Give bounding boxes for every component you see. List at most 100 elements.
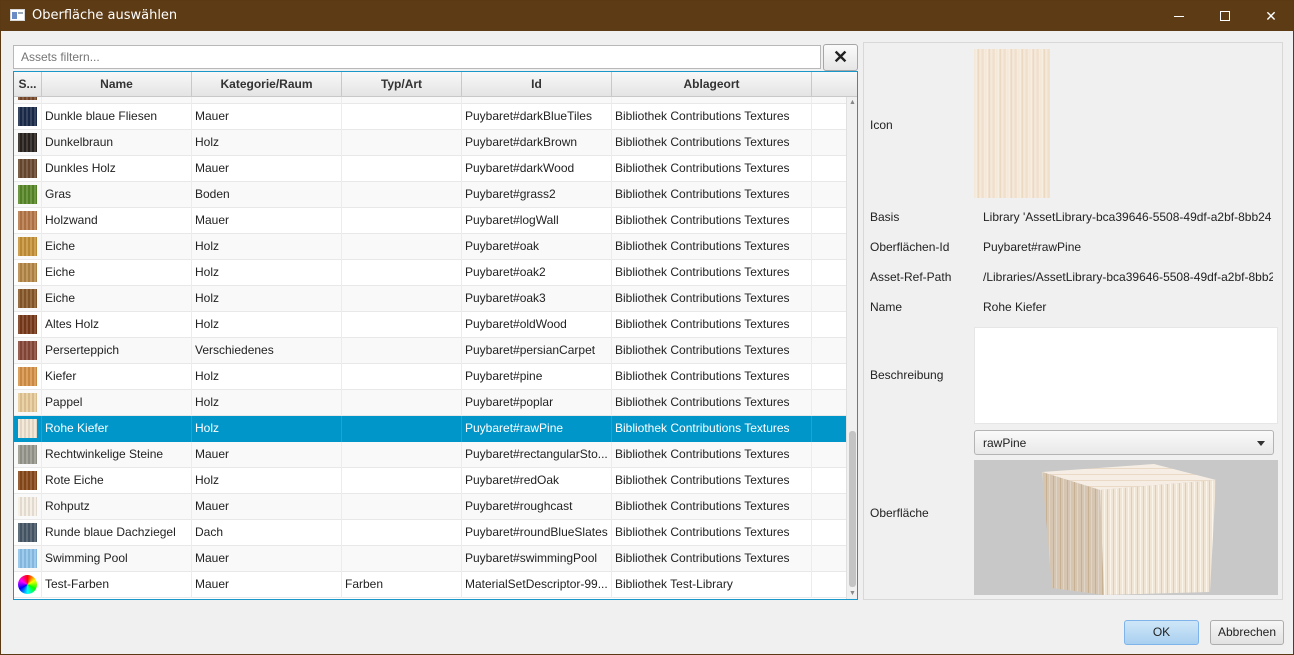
table-row[interactable]: Altes Holz Holz Puybaret#oldWood Bibliothek…: [14, 312, 846, 338]
filler-cell: [812, 416, 846, 442]
name-cell: Rohputz: [42, 494, 192, 520]
table-row[interactable]: Kiefer Holz Puybaret#pine Bibliothek Contri…: [14, 364, 846, 390]
id-cell: Puybaret#swimmingPool: [462, 546, 612, 572]
table-row[interactable]: Runde blaue Dachziegel Dach Puybaret#round…: [14, 520, 846, 546]
column-header-swatch[interactable]: S...: [14, 72, 42, 97]
description-field[interactable]: [974, 327, 1278, 424]
close-icon: ✕: [1265, 8, 1277, 24]
type-cell: [342, 156, 462, 182]
table-row[interactable]: Test-Farben Mauer Farben MaterialSetDescrip…: [14, 572, 846, 598]
name-cell: Eiche: [42, 286, 192, 312]
surface-3d-preview[interactable]: [974, 460, 1278, 595]
swatch-cell: [14, 286, 42, 312]
table-scrollbar[interactable]: ▲ ▼: [846, 97, 857, 599]
id-cell: Puybaret#redOak: [462, 468, 612, 494]
asset-ref-path-value: /Libraries/AssetLibrary-bca39646-5508-49…: [983, 270, 1273, 284]
name-cell: Pappel: [42, 390, 192, 416]
id-cell: Puybaret#darkBrown: [462, 130, 612, 156]
name-cell: Swimming Pool: [42, 546, 192, 572]
location-cell: Bibliothek Contributions Textures: [612, 234, 812, 260]
filler-cell: [812, 260, 846, 286]
cancel-button[interactable]: Abbrechen: [1210, 620, 1284, 645]
maximize-button[interactable]: [1202, 1, 1248, 31]
category-cell: Mauer: [192, 442, 342, 468]
column-header-type[interactable]: Typ/Art: [342, 72, 462, 97]
category-cell: Verschiedenes: [192, 338, 342, 364]
surface-swatch-icon: [18, 497, 37, 516]
table-row[interactable]: Perserteppich Verschiedenes Puybaret#persi…: [14, 338, 846, 364]
column-header-category[interactable]: Kategorie/Raum: [192, 72, 342, 97]
name-cell: Gras: [42, 182, 192, 208]
table-row[interactable]: Dunkle blaue Fliesen Mauer Puybaret#darkBl…: [14, 104, 846, 130]
location-cell: [612, 97, 812, 104]
category-cell: Holz: [192, 234, 342, 260]
location-cell: Bibliothek Contributions Textures: [612, 364, 812, 390]
type-cell: [342, 234, 462, 260]
swatch-cell: [14, 97, 42, 104]
name-cell: Kiefer: [42, 364, 192, 390]
table-row[interactable]: Dunkelbraun Holz Puybaret#darkBrown Bibliot…: [14, 130, 846, 156]
surface-swatch-icon: [18, 445, 37, 464]
type-cell: [342, 260, 462, 286]
scroll-down-icon[interactable]: ▼: [848, 589, 857, 598]
column-header-location[interactable]: Ablageort: [612, 72, 812, 97]
category-cell: Holz: [192, 130, 342, 156]
table-row[interactable]: Eiche Holz Puybaret#oak2 Bibliothek Contrib…: [14, 260, 846, 286]
table-row[interactable]: Holzwand Mauer Puybaret#logWall Bibliothek …: [14, 208, 846, 234]
column-header-id[interactable]: Id: [462, 72, 612, 97]
clear-filter-button[interactable]: ✕: [823, 44, 858, 71]
name-cell: Dunkelbraun: [42, 130, 192, 156]
category-cell: Boden: [192, 182, 342, 208]
id-cell: Puybaret#rawPine: [462, 416, 612, 442]
swatch-cell: [14, 390, 42, 416]
name-cell: Dunkle blaue Fliesen: [42, 104, 192, 130]
filler-cell: [812, 130, 846, 156]
close-window-button[interactable]: ✕: [1248, 1, 1294, 31]
location-cell: Bibliothek Contributions Textures: [612, 442, 812, 468]
filler-cell: [812, 208, 846, 234]
category-cell: Holz: [192, 260, 342, 286]
name-value: Rohe Kiefer: [983, 300, 1047, 314]
table-row[interactable]: Rechtwinkelige Steine Mauer Puybaret#recta…: [14, 442, 846, 468]
assets-filter-input[interactable]: [13, 45, 821, 69]
surface-swatch-icon: [18, 159, 37, 178]
surface-swatch-icon: [18, 97, 37, 100]
table-row[interactable]: Rote Eiche Holz Puybaret#redOak Bibliothek …: [14, 468, 846, 494]
table-row[interactable]: Gras Boden Puybaret#grass2 Bibliothek Contr…: [14, 182, 846, 208]
type-cell: [342, 468, 462, 494]
table-row[interactable]: Eiche Holz Puybaret#oak3 Bibliothek Contrib…: [14, 286, 846, 312]
table-row[interactable]: Dunkles Holz Mauer Puybaret#darkWood Biblio…: [14, 156, 846, 182]
id-cell: Puybaret#oak3: [462, 286, 612, 312]
scroll-up-icon[interactable]: ▲: [848, 98, 857, 107]
table-row[interactable]: Rohe Kiefer Holz Puybaret#rawPine Bibliothe…: [14, 416, 846, 442]
surface-swatch-icon: [18, 341, 37, 360]
surface-select[interactable]: rawPine: [974, 430, 1274, 455]
location-cell: Bibliothek Contributions Textures: [612, 130, 812, 156]
category-cell: Holz: [192, 468, 342, 494]
table-row[interactable]: Pappel Holz Puybaret#poplar Bibliothek Cont…: [14, 390, 846, 416]
description-label: Beschreibung: [870, 368, 944, 382]
app-icon: [10, 9, 25, 21]
surface-id-label: Oberflächen-Id: [870, 240, 950, 254]
asset-ref-path-label: Asset-Ref-Path: [870, 270, 952, 284]
ok-button[interactable]: OK: [1124, 620, 1199, 645]
table-row[interactable]: [14, 97, 846, 104]
column-header-name[interactable]: Name: [42, 72, 192, 97]
table-row[interactable]: Rohputz Mauer Puybaret#roughcast Bibliothek…: [14, 494, 846, 520]
id-cell: Puybaret#rectangularSto...: [462, 442, 612, 468]
swatch-cell: [14, 156, 42, 182]
window-title: Oberfläche auswählen: [32, 8, 178, 23]
name-cell: Test-Farben: [42, 572, 192, 598]
id-cell: MaterialSetDescriptor-99...: [462, 572, 612, 598]
table-row[interactable]: Swimming Pool Mauer Puybaret#swimmingPool B…: [14, 546, 846, 572]
name-cell: Holzwand: [42, 208, 192, 234]
swatch-cell: [14, 260, 42, 286]
location-cell: Bibliothek Contributions Textures: [612, 338, 812, 364]
scrollbar-thumb[interactable]: [849, 431, 856, 587]
swatch-cell: [14, 364, 42, 390]
surface-swatch-icon: [18, 185, 37, 204]
swatch-cell: [14, 494, 42, 520]
minimize-button[interactable]: [1156, 1, 1202, 31]
swatch-cell: [14, 104, 42, 130]
table-row[interactable]: Eiche Holz Puybaret#oak Bibliothek Contribu…: [14, 234, 846, 260]
